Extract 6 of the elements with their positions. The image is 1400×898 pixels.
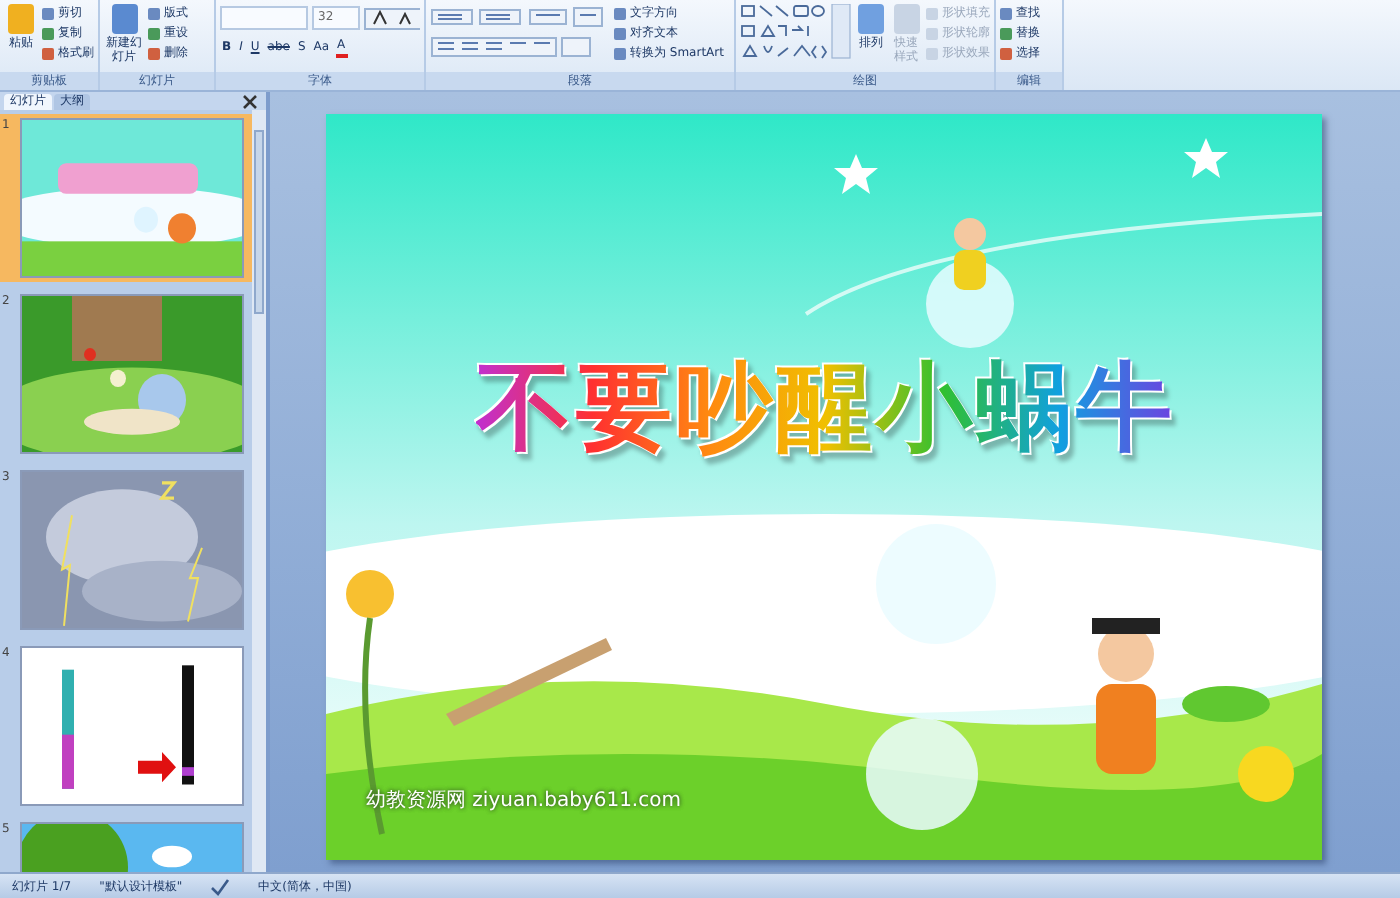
scrollbar[interactable] <box>252 110 266 872</box>
slide-footer-text: 幼教资源网 ziyuan.baby611.com <box>366 787 681 814</box>
spellcheck-icon[interactable] <box>210 877 231 895</box>
close-icon[interactable] <box>242 93 258 109</box>
font-name-field[interactable] <box>220 6 308 30</box>
font-grow-shrink-icon[interactable] <box>364 7 420 29</box>
